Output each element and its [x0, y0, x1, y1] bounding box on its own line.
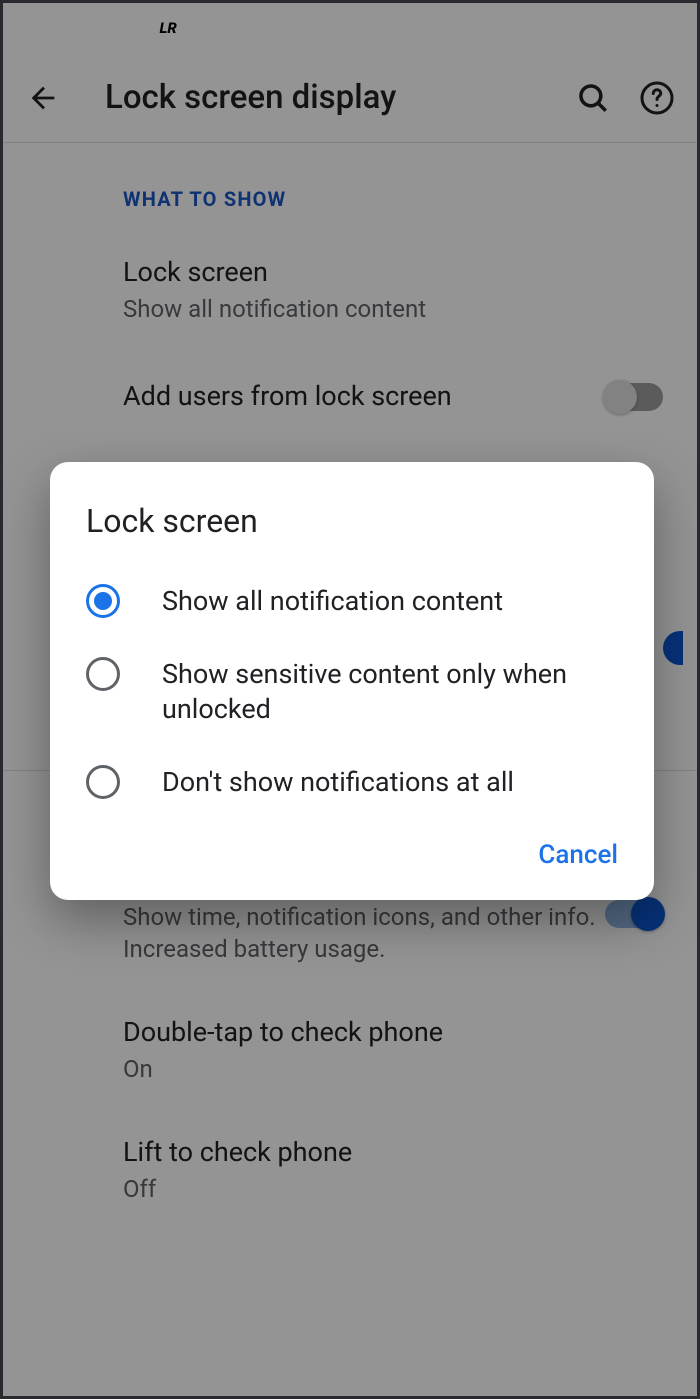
- radio-unselected-icon: [86, 657, 120, 691]
- radio-option-dont-show[interactable]: Don't show notifications at all: [50, 745, 654, 818]
- cancel-button[interactable]: Cancel: [538, 840, 618, 870]
- radio-label: Show all notification content: [162, 582, 503, 619]
- radio-selected-icon: [86, 584, 120, 618]
- radio-unselected-icon: [86, 765, 120, 799]
- dialog-title: Lock screen: [50, 502, 654, 564]
- lock-screen-dialog: Lock screen Show all notification conten…: [50, 462, 654, 900]
- radio-label: Show sensitive content only when unlocke…: [162, 655, 618, 727]
- radio-option-sensitive[interactable]: Show sensitive content only when unlocke…: [50, 637, 654, 745]
- radio-option-show-all[interactable]: Show all notification content: [50, 564, 654, 637]
- radio-label: Don't show notifications at all: [162, 763, 514, 800]
